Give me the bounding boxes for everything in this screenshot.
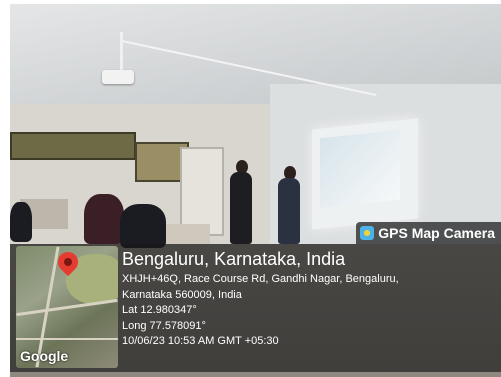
location-title: Bengaluru, Karnataka, India (122, 249, 346, 269)
notice-board (10, 132, 136, 160)
audience-member (120, 204, 166, 248)
projector (102, 70, 134, 84)
address-line-2: Karnataka 560009, India (122, 288, 242, 301)
google-watermark: Google (20, 348, 69, 364)
projected-slide (320, 129, 400, 209)
projector-mount (120, 32, 123, 72)
photo-frame: GPS Map Camera Google Bengaluru, Karnata… (0, 0, 501, 377)
badge-label: GPS Map Camera (378, 225, 495, 241)
address-line-1: XHJH+46Q, Race Course Rd, Gandhi Nagar, … (122, 273, 399, 285)
timestamp: 10/06/23 10:53 AM GMT +05:30 (122, 335, 279, 347)
gps-map-camera-badge: GPS Map Camera (356, 222, 501, 244)
audience-member (84, 194, 124, 244)
audience-member (10, 202, 32, 242)
presenter-1 (230, 172, 252, 244)
longitude: Long 77.578091° (122, 319, 206, 332)
location-info: Bengaluru, Karnataka, India XHJH+46Q, Ra… (122, 248, 498, 350)
latitude: Lat 12.980347° (122, 304, 197, 316)
map-road (16, 338, 118, 340)
map-thumbnail: Google (16, 246, 118, 368)
door (180, 147, 224, 236)
map-road (16, 298, 118, 317)
gps-map-camera-icon (360, 226, 375, 240)
presenter-2 (278, 178, 300, 244)
